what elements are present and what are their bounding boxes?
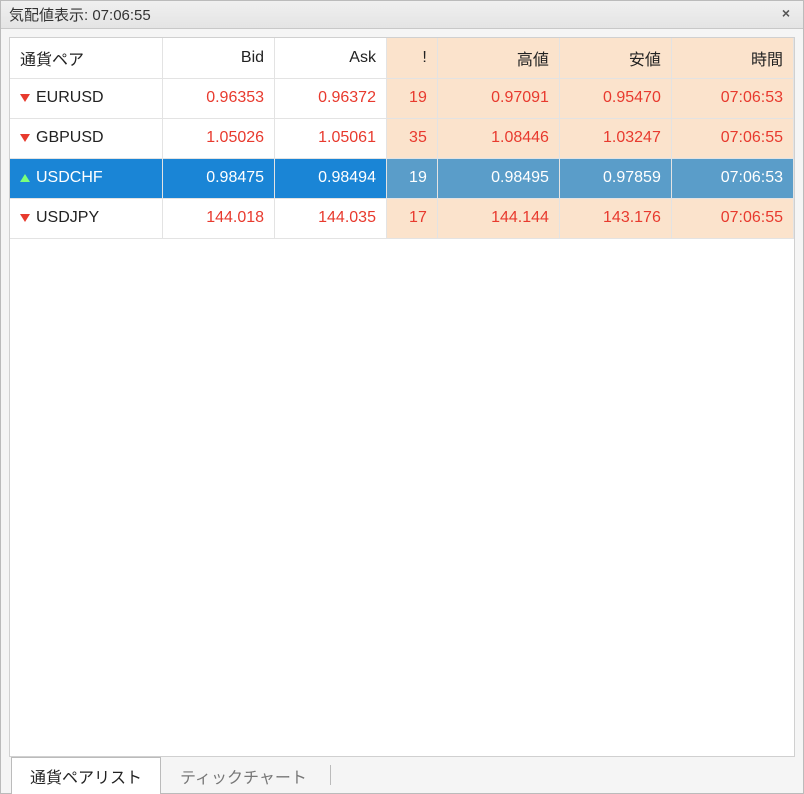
market-watch-window: 気配値表示: 07:06:55 × 通貨ペア Bid Ask ! 高値 安値 <box>0 0 804 794</box>
cell-spread: 19 <box>386 158 437 198</box>
arrow-down-icon <box>20 94 30 102</box>
cell-low: 1.03247 <box>559 118 671 158</box>
cell-ask: 0.96372 <box>275 78 387 118</box>
pair-name: EURUSD <box>36 89 104 107</box>
cell-high: 144.144 <box>437 198 559 238</box>
cell-ask: 0.98494 <box>275 158 387 198</box>
cell-ask: 1.05061 <box>275 118 387 158</box>
close-icon[interactable]: × <box>777 6 795 24</box>
table-row[interactable]: USDCHF 0.984750.98494190.984950.9785907:0… <box>10 158 794 198</box>
header-high[interactable]: 高値 <box>437 38 559 78</box>
cell-ask: 144.035 <box>275 198 387 238</box>
window-title: 気配値表示: 07:06:55 <box>9 4 151 25</box>
pair-name: GBPUSD <box>36 129 104 147</box>
header-bid[interactable]: Bid <box>163 38 275 78</box>
table-row[interactable]: GBPUSD 1.050261.05061351.084461.0324707:0… <box>10 118 794 158</box>
titlebar[interactable]: 気配値表示: 07:06:55 × <box>1 1 803 29</box>
arrow-down-icon <box>20 214 30 222</box>
header-spread[interactable]: ! <box>386 38 437 78</box>
header-pair[interactable]: 通貨ペア <box>10 38 163 78</box>
header-low[interactable]: 安値 <box>559 38 671 78</box>
cell-spread: 35 <box>386 118 437 158</box>
tab-pair-list[interactable]: 通貨ペアリスト <box>11 757 161 794</box>
cell-time: 07:06:55 <box>671 118 793 158</box>
cell-bid: 1.05026 <box>163 118 275 158</box>
pair-cell[interactable]: EURUSD <box>10 78 163 118</box>
table-row[interactable]: EURUSD 0.963530.96372190.970910.9547007:0… <box>10 78 794 118</box>
arrow-up-icon <box>20 174 30 182</box>
cell-low: 0.97859 <box>559 158 671 198</box>
cell-high: 0.97091 <box>437 78 559 118</box>
table-row[interactable]: USDJPY 144.018144.03517144.144143.17607:0… <box>10 198 794 238</box>
arrow-down-icon <box>20 134 30 142</box>
pair-name: USDCHF <box>36 169 103 187</box>
cell-high: 0.98495 <box>437 158 559 198</box>
cell-bid: 0.96353 <box>163 78 275 118</box>
cell-time: 07:06:55 <box>671 198 793 238</box>
quote-table-wrap: 通貨ペア Bid Ask ! 高値 安値 時間 EURUSD0.963530.9… <box>9 37 795 757</box>
cell-low: 143.176 <box>559 198 671 238</box>
bottom-tabs: 通貨ペアリスト ティックチャート <box>1 757 803 793</box>
header-time[interactable]: 時間 <box>671 38 793 78</box>
cell-low: 0.95470 <box>559 78 671 118</box>
tab-divider <box>330 765 331 785</box>
pair-cell[interactable]: USDCHF <box>10 158 163 198</box>
pair-cell[interactable]: USDJPY <box>10 198 163 238</box>
cell-high: 1.08446 <box>437 118 559 158</box>
pair-cell[interactable]: GBPUSD <box>10 118 163 158</box>
pair-name: USDJPY <box>36 209 99 227</box>
cell-time: 07:06:53 <box>671 78 793 118</box>
content-area: 通貨ペア Bid Ask ! 高値 安値 時間 EURUSD0.963530.9… <box>1 29 803 757</box>
quote-table: 通貨ペア Bid Ask ! 高値 安値 時間 EURUSD0.963530.9… <box>10 38 794 239</box>
tab-tick-chart[interactable]: ティックチャート <box>161 757 326 794</box>
cell-spread: 17 <box>386 198 437 238</box>
cell-bid: 0.98475 <box>163 158 275 198</box>
cell-bid: 144.018 <box>163 198 275 238</box>
cell-spread: 19 <box>386 78 437 118</box>
table-header-row: 通貨ペア Bid Ask ! 高値 安値 時間 <box>10 38 794 78</box>
cell-time: 07:06:53 <box>671 158 793 198</box>
header-ask[interactable]: Ask <box>275 38 387 78</box>
